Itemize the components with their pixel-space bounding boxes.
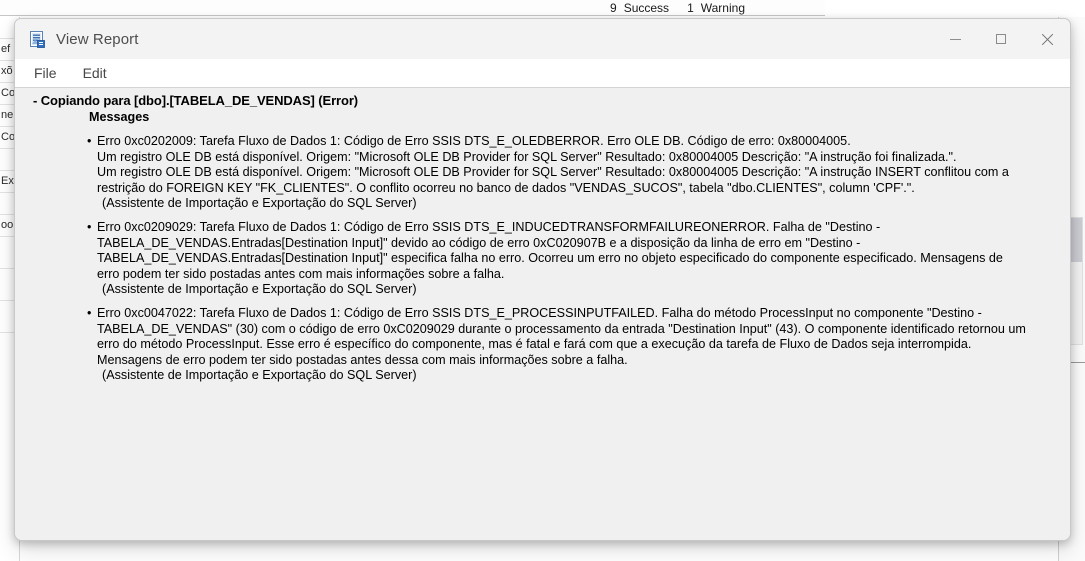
error-message-block: • Erro 0xc0202009: Tarefa Fluxo de Dados… xyxy=(15,134,1070,212)
report-document-icon xyxy=(29,30,46,48)
success-label: Success xyxy=(623,0,670,15)
message-line: Um registro OLE DB está disponível. Orig… xyxy=(97,149,957,164)
close-button[interactable] xyxy=(1024,19,1070,59)
success-count: 9 xyxy=(610,0,617,15)
maximize-button[interactable] xyxy=(978,19,1024,59)
window-controls xyxy=(932,19,1070,59)
bullet-icon: • xyxy=(87,219,92,234)
background-status-summary: 9 Success 1 Warning xyxy=(0,0,825,16)
message-line: TABELA_DE_VENDAS.Entradas[Destination In… xyxy=(97,251,1003,266)
menu-item-edit[interactable]: Edit xyxy=(83,65,107,81)
message-line: Um registro OLE DB está disponível. Orig… xyxy=(97,165,1009,180)
error-message-block: • Erro 0xc0047022: Tarefa Fluxo de Dados… xyxy=(15,306,1070,384)
error-message-block: • Erro 0xc0209029: Tarefa Fluxo de Dados… xyxy=(15,220,1070,298)
message-source: (Assistente de Importação e Exportação d… xyxy=(102,368,417,383)
message-line: TABELA_DE_VENDAS" (30) com o código de e… xyxy=(97,321,1026,336)
message-line: restrição do FOREIGN KEY "FK_CLIENTES". … xyxy=(97,180,915,195)
minimize-button[interactable] xyxy=(932,19,978,59)
warning-label: Warning xyxy=(700,0,745,15)
menu-bar: File Edit xyxy=(15,59,1070,88)
message-line: TABELA_DE_VENDAS.Entradas[Destination In… xyxy=(97,235,861,250)
maximize-icon xyxy=(996,34,1006,44)
close-icon xyxy=(1041,33,1054,46)
message-line: erro podem ter sido postadas antes com m… xyxy=(97,266,505,281)
report-heading[interactable]: - Copiando para [dbo].[TABELA_DE_VENDAS]… xyxy=(15,92,1070,109)
message-line: Erro 0xc0209029: Tarefa Fluxo de Dados 1… xyxy=(97,219,881,234)
bullet-icon: • xyxy=(87,134,92,148)
message-line: Erro 0xc0047022: Tarefa Fluxo de Dados 1… xyxy=(97,305,982,320)
message-line: erro do método ProcessInput. Esse erro é… xyxy=(97,337,972,352)
menu-item-file[interactable]: File xyxy=(34,65,57,81)
window-title: View Report xyxy=(56,30,139,48)
message-line: Mensagens de erro podem ter sido postada… xyxy=(97,352,628,367)
warning-count: 1 xyxy=(687,0,694,15)
bullet-icon: • xyxy=(87,305,92,320)
message-source: (Assistente de Importação e Exportação d… xyxy=(102,282,417,297)
window-titlebar[interactable]: View Report xyxy=(15,19,1070,59)
report-content-area: - Copiando para [dbo].[TABELA_DE_VENDAS]… xyxy=(15,88,1070,540)
report-subheading: Messages xyxy=(89,110,150,124)
view-report-window: View Report File Edit - Copiando para [d… xyxy=(14,18,1071,541)
message-source: (Assistente de Importação e Exportação d… xyxy=(102,196,417,211)
message-line: Erro 0xc0202009: Tarefa Fluxo de Dados 1… xyxy=(97,134,851,148)
minimize-icon xyxy=(949,38,961,40)
